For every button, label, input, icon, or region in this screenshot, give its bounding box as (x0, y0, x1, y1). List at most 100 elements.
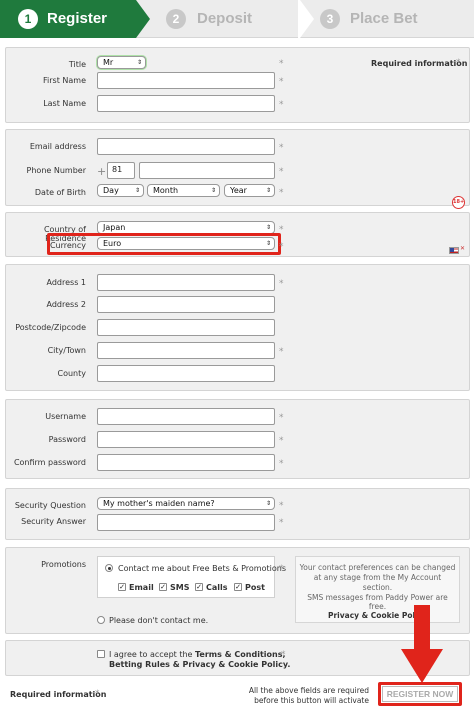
dob-label: Date of Birth (34, 188, 86, 197)
dob-day-select[interactable]: Day ⇕ (97, 184, 144, 197)
security-question-value: My mother's maiden name? (103, 499, 215, 508)
footer-note-line2: before this button will activate (254, 696, 369, 705)
phone-code-input[interactable]: 81 (107, 162, 135, 179)
password-label: Password (48, 435, 86, 444)
info-line-3: section. (362, 583, 393, 592)
county-label: County (57, 369, 87, 378)
required-star: * (279, 436, 284, 446)
info-line-2: at any stage from the My Account (313, 573, 442, 582)
required-star: * (279, 564, 284, 574)
required-star: * (279, 167, 284, 177)
email-input[interactable] (97, 138, 275, 155)
phone-label: Phone Number (26, 166, 86, 175)
username-input[interactable] (97, 408, 275, 425)
required-info-label: Required information (371, 59, 468, 68)
required-star: * (279, 100, 284, 110)
select-arrows-icon: ⇕ (265, 187, 271, 194)
select-arrows-icon: ⇕ (210, 187, 216, 194)
contact-me-label: Contact me about Free Bets & Promotions (118, 564, 286, 573)
calls-checkbox[interactable]: ✓ (195, 583, 203, 591)
country-select-value: Japan (103, 223, 126, 232)
info-line-1: Your contact preferences can be changed (299, 563, 456, 572)
username-label: Username (45, 412, 86, 421)
footer-required-info: Required information (10, 690, 107, 699)
required-star: * (281, 650, 286, 660)
currency-select[interactable]: Euro ⇕ (97, 237, 275, 250)
title-select-value: Mr (103, 58, 114, 67)
required-star: * (279, 143, 284, 153)
address1-input[interactable] (97, 274, 275, 291)
step-divider (298, 0, 314, 38)
county-input[interactable] (97, 365, 275, 382)
currency-select-value: Euro (103, 239, 122, 248)
select-arrows-icon: ⇕ (136, 59, 142, 66)
address2-input[interactable] (97, 296, 275, 313)
register-now-button[interactable]: REGISTER NOW (382, 686, 458, 702)
step-3-number: 3 (320, 9, 340, 29)
currency-label: Currency (49, 241, 86, 250)
city-input[interactable] (97, 342, 275, 359)
confirm-password-input[interactable] (97, 454, 275, 471)
dob-year-select[interactable]: Year ⇕ (224, 184, 275, 197)
required-star: * (279, 242, 284, 252)
footer-note-line1: All the above fields are required (248, 686, 369, 695)
info-line-4: SMS messages from Paddy Power are (307, 593, 448, 602)
title-select[interactable]: Mr ⇕ (97, 56, 146, 69)
required-star: * (279, 459, 284, 469)
city-label: City/Town (47, 346, 86, 355)
required-star: * (279, 188, 284, 198)
required-star: * (95, 689, 100, 699)
terms-conditions-link[interactable]: Terms & Conditions, (195, 650, 286, 659)
phone-code-value: 81 (112, 165, 123, 174)
security-question-select[interactable]: My mother's maiden name? ⇕ (97, 497, 275, 510)
step-2-label: Deposit (197, 10, 253, 27)
contact-me-radio[interactable] (105, 564, 113, 572)
select-arrows-icon: ⇕ (265, 500, 271, 507)
address2-label: Address 2 (46, 300, 87, 309)
last-name-label: Last Name (43, 99, 86, 108)
close-x-icon[interactable]: ✕ (460, 245, 465, 252)
title-label: Title (68, 60, 86, 69)
phone-plus-sign: + (97, 165, 107, 178)
promotions-label: Promotions (41, 560, 86, 569)
dont-contact-radio[interactable] (97, 616, 105, 624)
first-name-label: First Name (43, 76, 86, 85)
phone-number-input[interactable] (139, 162, 275, 179)
post-option-label: Post (245, 583, 265, 592)
terms-text-line1: I agree to accept the Terms & Conditions… (109, 650, 286, 659)
dob-month-select[interactable]: Month ⇕ (147, 184, 220, 197)
step-1-label: Register (47, 10, 108, 27)
dob-month-value: Month (153, 186, 179, 195)
password-input[interactable] (97, 431, 275, 448)
terms-checkbox[interactable] (97, 650, 105, 658)
security-answer-label: Security Answer (21, 517, 86, 526)
email-checkbox[interactable]: ✓ (118, 583, 126, 591)
postcode-input[interactable] (97, 319, 275, 336)
step-1-number: 1 (18, 9, 38, 29)
post-checkbox[interactable]: ✓ (234, 583, 242, 591)
address1-label: Address 1 (46, 278, 87, 287)
dob-day-value: Day (103, 186, 119, 195)
step-2-number: 2 (166, 9, 186, 29)
email-label: Email address (29, 142, 86, 151)
security-question-label: Security Question (14, 501, 86, 510)
red-arrow-annotation (401, 605, 443, 683)
dob-year-value: Year (230, 186, 247, 195)
first-name-input[interactable] (97, 72, 275, 89)
us-flag-icon[interactable] (449, 247, 459, 254)
step-3-label: Place Bet (350, 10, 418, 27)
sms-option-label: SMS (170, 583, 190, 592)
email-option-label: Email (129, 583, 154, 592)
required-star: * (279, 501, 284, 511)
calls-option-label: Calls (206, 583, 228, 592)
age-18-plus-icon: 18+ (452, 196, 465, 209)
security-answer-input[interactable] (97, 514, 275, 531)
select-arrows-icon: ⇕ (265, 240, 271, 247)
sms-checkbox[interactable]: ✓ (159, 583, 167, 591)
last-name-input[interactable] (97, 95, 275, 112)
registration-steps: 1 Register 2 Deposit 3 Place Bet (0, 0, 474, 38)
select-arrows-icon: ⇕ (134, 187, 140, 194)
required-star: * (279, 59, 284, 69)
required-star: * (279, 77, 284, 87)
betting-rules-link[interactable]: Betting Rules & Privacy & Cookie Policy. (109, 660, 290, 669)
